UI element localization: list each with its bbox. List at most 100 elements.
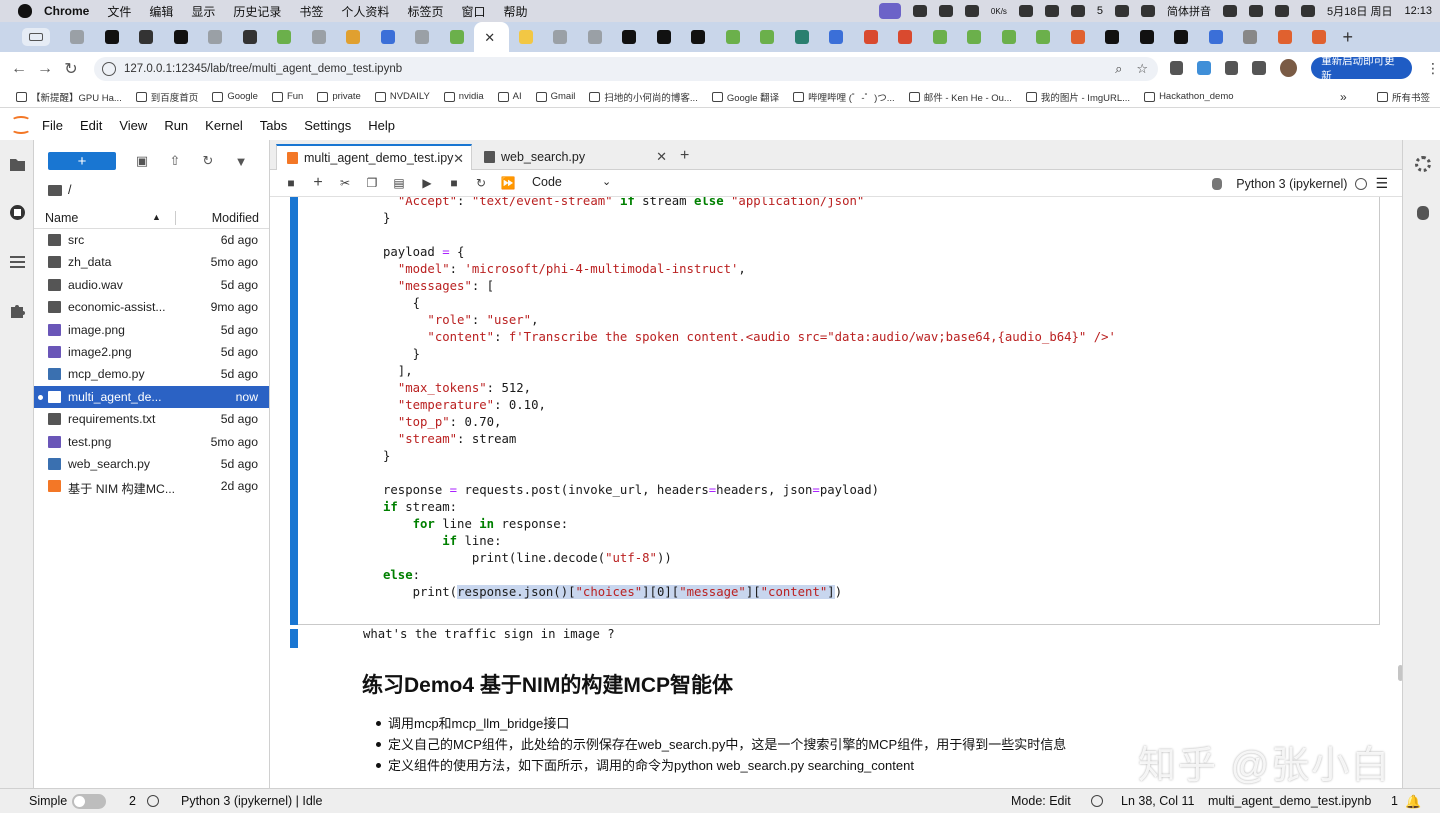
folder-icon[interactable] [9,156,26,173]
browser-tab[interactable] [957,22,992,52]
column-modified-header[interactable]: Modified [212,211,259,225]
clock-date[interactable]: 5月18日 周日 [1327,3,1392,19]
run-icon[interactable]: ▶ [420,176,434,190]
menu-settings[interactable]: Settings [304,118,351,133]
bookmark-star-icon[interactable]: ☆ [1136,61,1148,77]
browser-tab[interactable] [888,22,923,52]
shield-icon[interactable] [1091,795,1103,807]
extension-icon[interactable] [1197,61,1211,75]
menu-file[interactable]: 文件 [107,3,131,20]
upload-icon[interactable]: ⇧ [168,153,182,168]
file-row[interactable]: requirements.txt 5d ago [34,408,269,430]
browser-tab[interactable] [1164,22,1199,52]
refresh-icon[interactable]: ↻ [201,153,215,168]
browser-tab[interactable] [509,22,544,52]
browser-tab[interactable] [819,22,854,52]
menu-kernel[interactable]: Kernel [205,118,243,133]
menu-edit[interactable]: 编辑 [149,3,173,20]
tab-web-search[interactable]: web_search.py ✕ [474,144,674,170]
extensions-puzzle-icon[interactable] [9,302,26,319]
extensions-puzzle-icon[interactable] [1224,61,1239,75]
browser-tab[interactable] [1268,22,1303,52]
bookmark-item[interactable]: Google [212,91,258,102]
close-icon[interactable]: ✕ [656,149,667,165]
extension-icon[interactable] [1170,61,1184,75]
browser-tab[interactable] [1302,22,1337,52]
browser-tab[interactable] [1026,22,1061,52]
back-icon[interactable]: ← [6,60,32,78]
browser-tab[interactable] [129,22,164,52]
kernel-status[interactable]: Python 3 (ipykernel) | Idle [181,794,323,808]
bookmark-item[interactable]: Gmail [535,91,575,102]
tab-search-button[interactable] [22,28,50,46]
browser-tab[interactable] [60,22,95,52]
bookmark-item[interactable]: 哔哩哔哩 (゜-゜)つ... [793,90,895,104]
menu-bookmarks[interactable]: 书签 [299,3,323,20]
menu-window[interactable]: 窗口 [461,3,485,20]
menu-view[interactable]: View [119,118,147,133]
browser-tab[interactable] [371,22,406,52]
bell-icon[interactable]: 🔔 [1405,794,1421,810]
breadcrumb[interactable]: / [48,183,71,197]
file-row[interactable]: multi_agent_de... now [34,385,269,409]
menu-icon[interactable]: ☰ [1375,175,1388,192]
status-app-icon[interactable] [1115,5,1130,17]
bookmark-item[interactable]: Fun [271,91,303,102]
browser-tab[interactable] [1095,22,1130,52]
running-kernels-icon[interactable] [9,204,26,221]
input-method[interactable]: 简体拼音 [1167,3,1211,19]
browser-tab[interactable] [1061,22,1096,52]
bookmark-item[interactable]: nvidia [443,91,484,102]
debugger-icon[interactable] [1417,206,1429,220]
status-app-icon[interactable] [938,5,953,17]
bookmark-item[interactable]: NVDAILY [374,91,430,102]
browser-tab[interactable] [233,22,268,52]
file-row[interactable]: zh_data 5mo ago [34,251,269,273]
menu-help[interactable]: 帮助 [503,3,527,20]
file-row[interactable]: image2.png 5d ago [34,341,269,363]
file-row[interactable]: 基于 NIM 构建MC... 2d ago [34,475,269,497]
copy-icon[interactable]: ❐ [365,176,379,190]
bookmark-item[interactable]: 到百度首页 [135,90,198,104]
browser-tab[interactable] [543,22,578,52]
markdown-cell[interactable]: what's the traffic sign in image ? [363,627,615,641]
browser-tab[interactable] [923,22,958,52]
more-vertical-icon[interactable]: ⋮ [1426,60,1440,77]
browser-tab[interactable] [164,22,199,52]
profile-avatar[interactable] [1279,59,1298,77]
apple-icon[interactable] [18,4,32,18]
bookmark-item[interactable]: private [317,91,361,102]
search-icon[interactable] [1275,5,1290,17]
status-app-icon[interactable] [964,5,979,17]
table-of-contents-icon[interactable] [9,253,26,270]
save-icon[interactable]: ■ [284,176,298,190]
battery-icon[interactable] [1223,5,1238,17]
restart-icon[interactable]: ↻ [474,176,488,190]
file-row[interactable]: audio.wav 5d ago [34,274,269,296]
bookmarks-more-button[interactable]: » [1340,86,1347,108]
cut-icon[interactable]: ✂ [338,176,352,190]
bookmark-item[interactable]: AI [497,91,522,102]
menu-edit[interactable]: Edit [80,118,102,133]
wifi-icon[interactable] [1249,5,1264,17]
browser-tab[interactable] [302,22,337,52]
menu-app-name[interactable]: Chrome [44,4,89,18]
browser-tab[interactable] [612,22,647,52]
browser-tab[interactable] [647,22,682,52]
file-row[interactable]: src 6d ago [34,229,269,251]
wechat-icon[interactable] [1070,5,1085,17]
menu-tabs[interactable]: Tabs [260,118,287,133]
site-info-icon[interactable] [102,62,116,76]
tab-groups-icon[interactable] [1252,61,1266,75]
status-app-icon[interactable] [1018,5,1033,17]
browser-tab[interactable] [267,22,302,52]
close-icon[interactable]: ✕ [453,151,464,167]
filter-icon[interactable]: ▼ [234,154,248,169]
menu-view[interactable]: 显示 [191,3,215,20]
bookmark-item[interactable]: Google 翻译 [711,90,779,104]
simple-mode-toggle[interactable] [72,794,106,809]
relaunch-update-button[interactable]: 重新启动即可更新 [1311,55,1412,82]
browser-tab[interactable] [1130,22,1165,52]
menu-file[interactable]: File [42,118,63,133]
file-row[interactable]: mcp_demo.py 5d ago [34,363,269,385]
